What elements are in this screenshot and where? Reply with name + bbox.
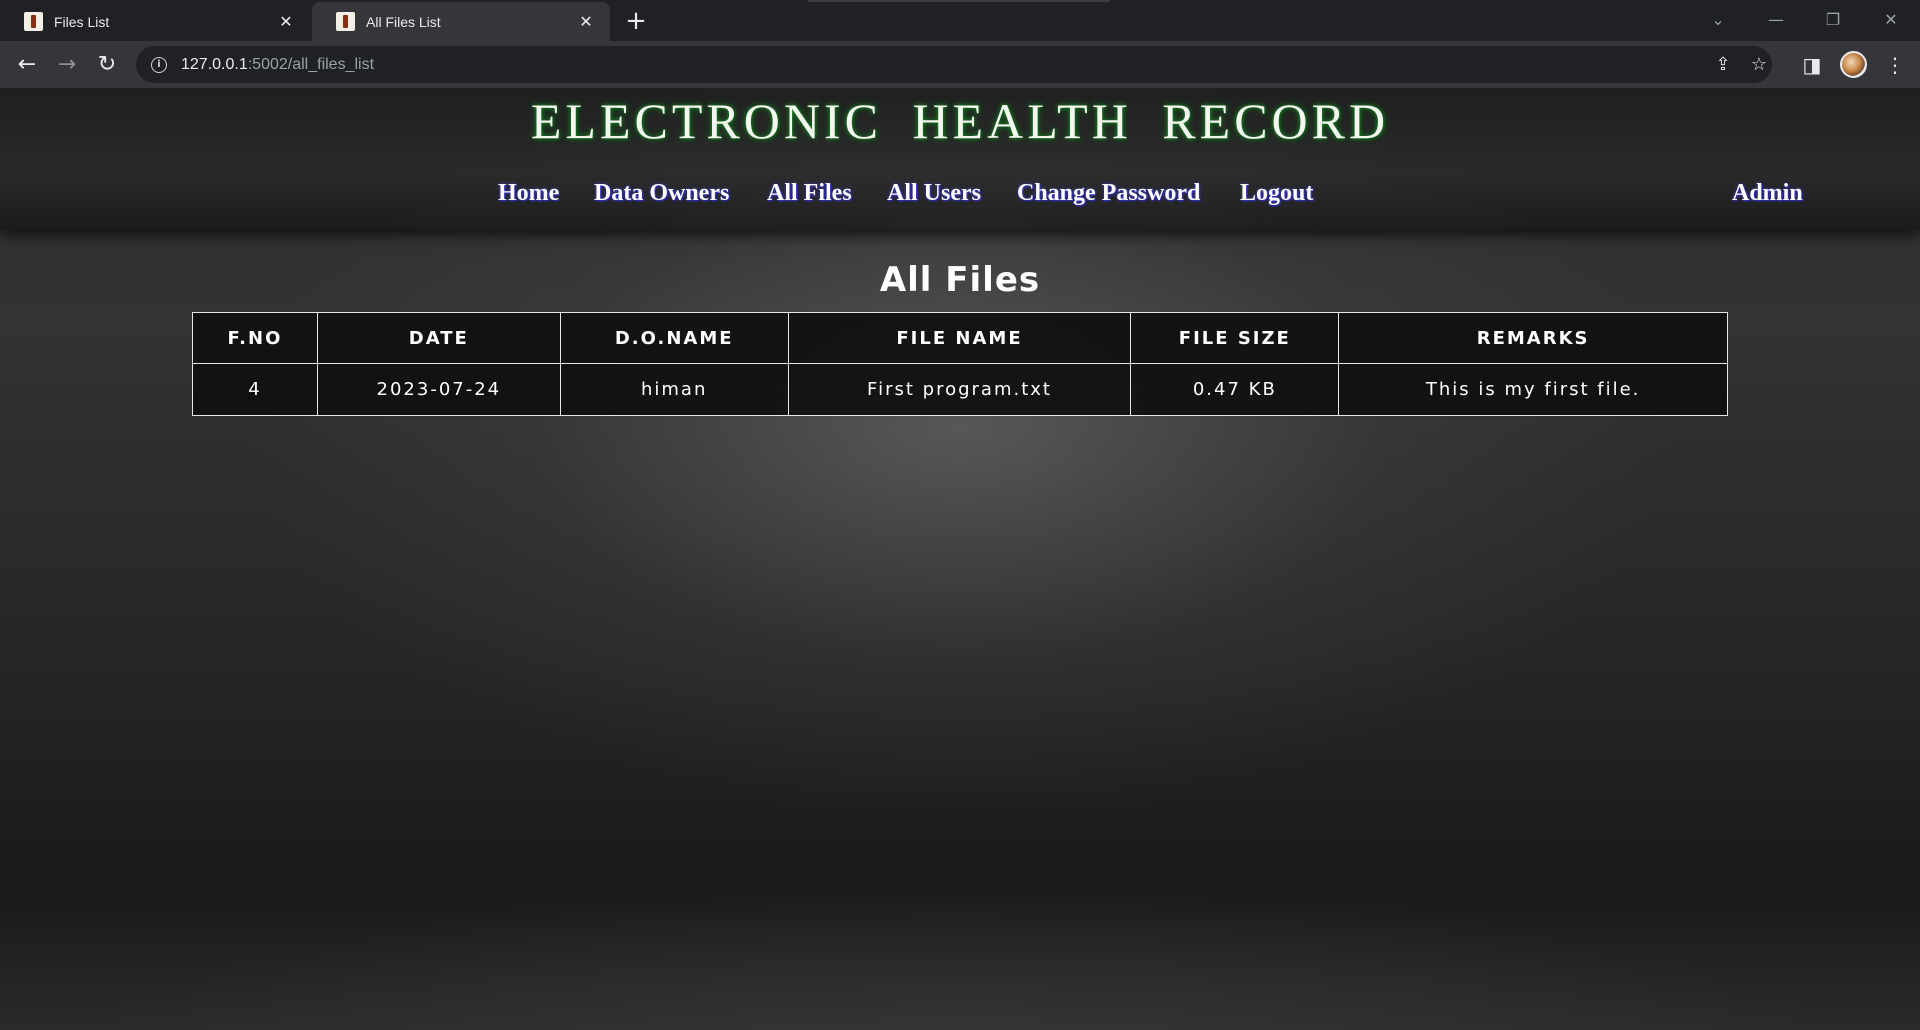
url-host: 127.0.0.1 <box>181 55 248 73</box>
column-header-remarks: REMARKS <box>1338 312 1728 364</box>
tab-search-icon[interactable]: ⌄ <box>1703 6 1733 34</box>
tab-title: All Files List <box>366 13 441 30</box>
cell-do-name: himan <box>559 363 789 416</box>
nav-link-all-files[interactable]: All Files <box>767 180 852 207</box>
table-row: 4 2023-07-24 himan First program.txt 0.4… <box>192 363 1728 416</box>
nav-link-change-password[interactable]: Change Password <box>1017 180 1200 207</box>
window-close-icon[interactable]: ✕ <box>1876 6 1906 34</box>
column-header-do-name: D.O.NAME <box>559 312 789 364</box>
nav-link-data-owners[interactable]: Data Owners <box>594 180 729 207</box>
nav-link-logout[interactable]: Logout <box>1240 180 1313 207</box>
column-header-file-size: FILE SIZE <box>1130 312 1340 364</box>
files-table: F.NO DATE D.O.NAME FILE NAME FILE SIZE R… <box>192 312 1728 416</box>
new-tab-button[interactable]: + <box>622 8 650 36</box>
address-bar[interactable]: i 127.0.0.1:5002/all_files_list ⇪ ☆ <box>136 46 1772 83</box>
browser-tab-active[interactable]: All Files List ✕ <box>312 2 610 41</box>
reload-icon[interactable]: ↻ <box>92 50 122 80</box>
cell-date: 2023-07-24 <box>316 363 561 416</box>
favicon-icon <box>24 12 43 31</box>
arrow-left-icon[interactable]: ← <box>12 50 42 80</box>
url-path: :5002/all_files_list <box>247 55 375 73</box>
column-header-fno: F.NO <box>192 312 318 364</box>
minimize-icon[interactable]: — <box>1761 6 1791 34</box>
browser-toolbar: ← → ↻ i 127.0.0.1:5002/all_files_list ⇪ … <box>0 41 1920 88</box>
browser-tab[interactable]: Files List ✕ <box>0 2 310 41</box>
restore-icon[interactable]: ❐ <box>1818 6 1848 34</box>
tab-strip-divider <box>808 0 1110 2</box>
avatar[interactable] <box>1840 51 1867 78</box>
cell-file-name: First program.txt <box>787 363 1132 416</box>
cell-fno: 4 <box>192 363 318 416</box>
arrow-right-icon[interactable]: → <box>52 50 82 80</box>
info-icon[interactable]: i <box>151 56 167 73</box>
close-icon[interactable]: ✕ <box>276 12 296 32</box>
page-viewport: ELECTRONIC HEALTH RECORD Home Data Owner… <box>0 88 1920 1030</box>
cell-remarks: This is my first file. <box>1338 363 1728 416</box>
main-nav: Home Data Owners All Files All Users Cha… <box>0 180 1920 210</box>
star-icon[interactable]: ☆ <box>1744 46 1774 83</box>
nav-link-home[interactable]: Home <box>498 180 559 207</box>
side-panel-icon[interactable]: ◨ <box>1797 50 1827 80</box>
cell-file-size: 0.47 KB <box>1130 363 1340 416</box>
browser-tab-strip: Files List ✕ All Files List ✕ + ⌄ — ❐ ✕ <box>0 0 1920 41</box>
column-header-date: DATE <box>316 312 561 364</box>
nav-link-admin[interactable]: Admin <box>1732 180 1803 207</box>
tab-title: Files List <box>54 13 110 30</box>
close-icon[interactable]: ✕ <box>576 12 596 32</box>
favicon-icon <box>336 12 355 31</box>
site-header: ELECTRONIC HEALTH RECORD Home Data Owner… <box>0 88 1920 230</box>
kebab-menu-icon[interactable]: ⋮ <box>1880 50 1910 80</box>
nav-link-all-users[interactable]: All Users <box>887 180 981 207</box>
site-title: ELECTRONIC HEALTH RECORD <box>530 93 1390 149</box>
table-header-row: F.NO DATE D.O.NAME FILE NAME FILE SIZE R… <box>192 312 1728 364</box>
share-icon[interactable]: ⇪ <box>1708 46 1738 83</box>
column-header-file-name: FILE NAME <box>787 312 1132 364</box>
page-title: All Files <box>879 260 1041 300</box>
